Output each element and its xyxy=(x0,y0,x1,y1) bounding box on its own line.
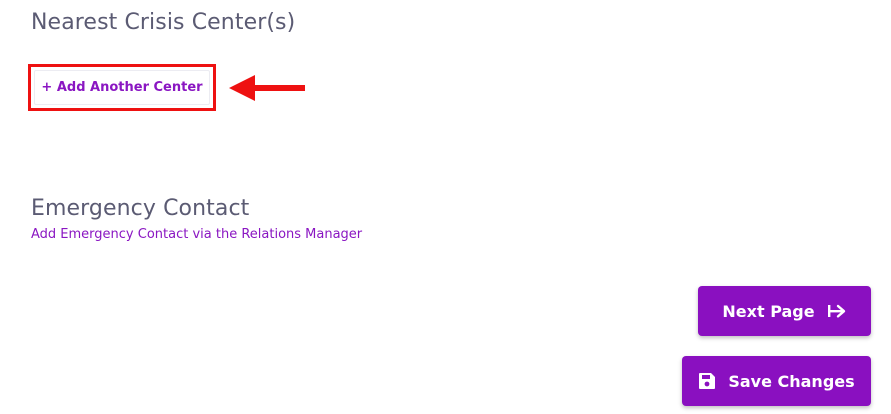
add-another-center-button[interactable]: + Add Another Center xyxy=(34,70,210,105)
emergency-contact-title: Emergency Contact xyxy=(31,196,250,221)
red-arrow-icon xyxy=(229,75,305,101)
save-changes-button[interactable]: Save Changes xyxy=(682,356,871,406)
save-changes-label: Save Changes xyxy=(728,371,855,391)
next-page-label: Next Page xyxy=(722,301,815,321)
arrow-right-to-bar-icon xyxy=(827,303,847,319)
crisis-center-title: Nearest Crisis Center(s) xyxy=(31,10,296,35)
page: Nearest Crisis Center(s) + Add Another C… xyxy=(0,0,891,414)
floppy-disk-icon xyxy=(698,372,716,390)
relations-manager-link[interactable]: Add Emergency Contact via the Relations … xyxy=(31,227,362,242)
next-page-button[interactable]: Next Page xyxy=(698,286,871,336)
